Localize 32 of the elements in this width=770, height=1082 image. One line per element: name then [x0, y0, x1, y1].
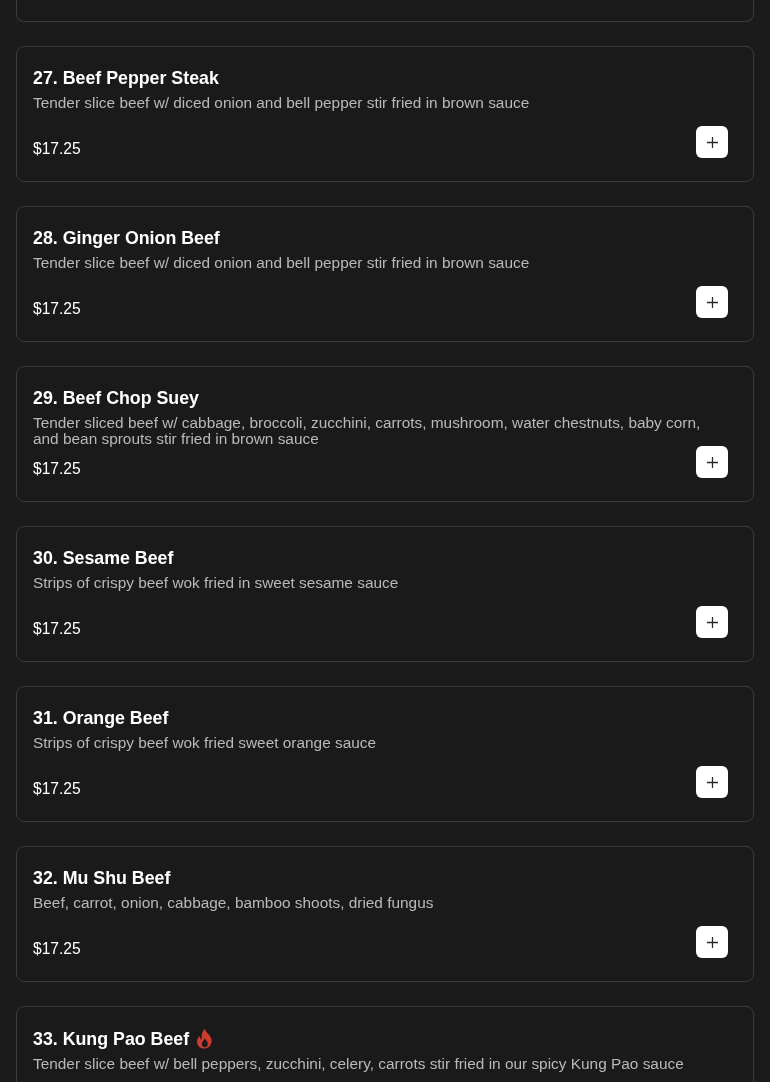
plus-icon [706, 136, 718, 148]
add-button[interactable] [696, 286, 728, 318]
item-title: 29. Beef Chop Suey [33, 388, 199, 408]
item-description: Beef, carrot, onion, cabbage, bamboo shoots, dried fungus [33, 895, 435, 911]
item-description: Tender sliced beef w/ cabbage, broccoli, zucchini, carrots, mushroom, water chestnuts, baby corn, and bean sprouts stir fried in brown sauce [33, 415, 702, 447]
item-description: Strips of crispy beef wok fried sweet orange sauce [33, 735, 378, 751]
item-price: $17.25 [33, 139, 81, 159]
item-price: $17.25 [33, 939, 81, 959]
add-button[interactable] [696, 926, 728, 958]
item-title: 30. Sesame Beef [33, 548, 174, 568]
plus-icon [706, 616, 718, 628]
add-button[interactable] [696, 606, 728, 638]
item-title: 32. Mu Shu Beef [33, 868, 171, 888]
item-title: 28. Ginger Onion Beef [33, 228, 220, 248]
add-button[interactable] [696, 126, 728, 158]
add-button[interactable] [696, 766, 728, 798]
item-description: Strips of crispy beef wok fried in sweet sesame sauce [33, 575, 400, 591]
item-title: 31. Orange Beef [33, 708, 169, 728]
add-button[interactable] [696, 446, 728, 478]
item-title: 33. Kung Pao Beef [33, 1028, 190, 1049]
plus-icon [706, 936, 718, 948]
item-description: Tender slice beef w/ bell peppers, zucchini, celery, carrots stir fried in our spicy Kung Pao sauce [33, 1056, 685, 1072]
item-description: Tender slice beef w/ diced onion and bell pepper stir fried in brown sauce [33, 255, 531, 271]
plus-icon [706, 776, 718, 788]
item-description: Tender slice beef w/ diced onion and bell pepper stir fried in brown sauce [33, 95, 531, 111]
plus-icon [706, 456, 718, 468]
item-price: $17.25 [33, 459, 81, 479]
item-title: 27. Beef Pepper Steak [33, 68, 219, 88]
item-price: $17.25 [33, 299, 81, 319]
item-price: $17.25 [33, 779, 81, 799]
plus-icon [706, 296, 718, 308]
item-price: $17.25 [33, 619, 81, 639]
